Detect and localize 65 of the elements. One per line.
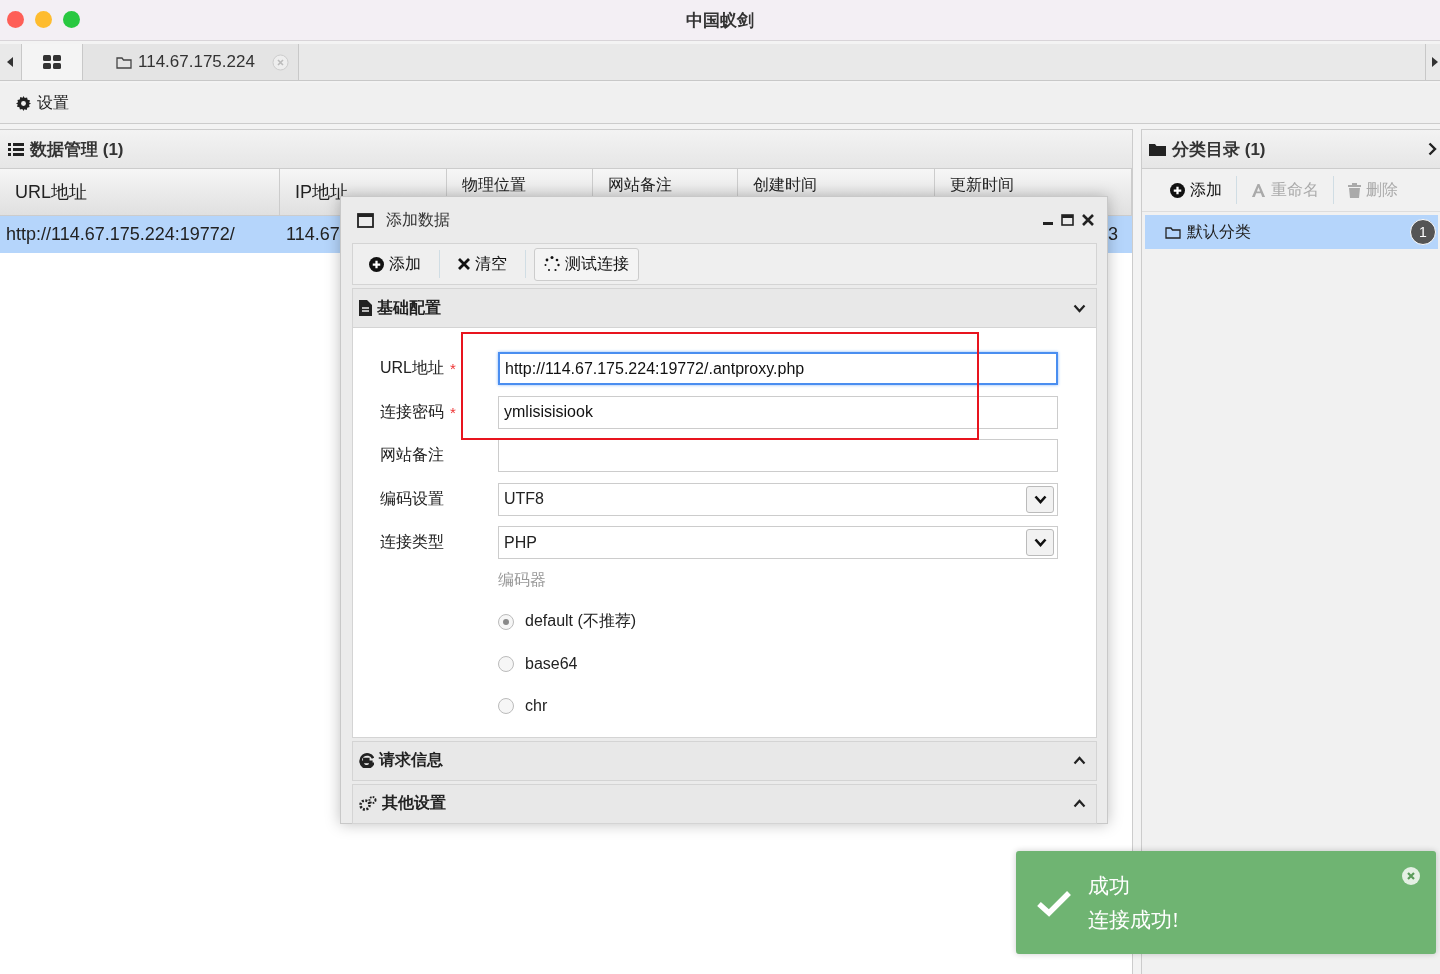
select-field[interactable]: PHP	[498, 526, 1058, 559]
encoder-label: 编码器	[498, 569, 547, 590]
gears-icon	[359, 796, 377, 811]
toast-title: 成功	[1088, 872, 1131, 900]
count-badge: 1	[1410, 219, 1436, 245]
plus-circle-icon	[1170, 182, 1185, 198]
trash-icon	[1348, 182, 1361, 198]
chevron-down-icon	[1033, 494, 1047, 504]
select-field[interactable]: UTF8	[498, 482, 1058, 516]
category-item[interactable]: 默认分类 1	[1145, 215, 1438, 249]
input-field[interactable]: http://114.67.175.224:19772/.antproxy.php	[498, 352, 1058, 385]
url-cell: http://114.67.175.224:19772/	[6, 224, 235, 245]
document-icon	[359, 300, 372, 316]
x-icon	[458, 258, 470, 270]
letter-icon	[1251, 182, 1266, 198]
section-header[interactable]: 请求信息	[352, 740, 1097, 781]
section-header[interactable]: 其他设置	[352, 783, 1097, 824]
chevron-up-icon	[1073, 756, 1086, 765]
grid-icon	[43, 55, 61, 69]
field-label: 编码设置	[380, 488, 445, 509]
field-label: 连接密码	[380, 401, 445, 422]
field-label: URL地址	[380, 358, 445, 378]
test-connection-button[interactable]: 测试连接	[534, 247, 639, 281]
chevron-down-icon	[1033, 538, 1047, 547]
scroll-right-icon[interactable]	[1432, 57, 1438, 67]
radio-option[interactable]: chr	[498, 694, 1096, 717]
chevron-down-icon	[1073, 303, 1086, 313]
list-icon	[8, 142, 24, 156]
required-mark: *	[450, 360, 456, 377]
radio-option[interactable]: default (不推荐)	[498, 610, 1096, 633]
required-mark: *	[450, 403, 456, 421]
add-button[interactable]: 添加	[359, 247, 431, 281]
window-icon	[357, 212, 374, 228]
input-field[interactable]: ymlisisisiook	[498, 395, 1058, 429]
ip-cell: 114.67	[286, 224, 340, 245]
field-label: 网站备注	[380, 445, 445, 465]
connection-tab[interactable]: 114.67.175.224	[83, 44, 299, 80]
section-header[interactable]: 基础配置	[352, 288, 1097, 328]
panel-title: 数据管理 (1)	[30, 138, 124, 161]
e-icon	[359, 753, 374, 768]
close-icon[interactable]	[1082, 214, 1094, 226]
check-icon	[1036, 888, 1072, 917]
folder-icon	[1165, 225, 1181, 239]
folder-icon	[116, 55, 132, 69]
close-window-button[interactable]	[7, 11, 24, 28]
home-tab[interactable]	[21, 44, 83, 80]
maximize-icon[interactable]	[1061, 214, 1074, 226]
folder-icon	[1149, 142, 1166, 156]
toast-message: 连接成功!	[1088, 906, 1179, 934]
settings-icon	[16, 95, 31, 111]
update-time-cell: 3	[1108, 224, 1118, 245]
chevron-right-icon[interactable]	[1428, 142, 1437, 156]
plus-circle-icon	[369, 256, 384, 272]
settings-button[interactable]: 设置	[10, 88, 75, 118]
scroll-left-icon[interactable]	[7, 57, 13, 67]
field-label: 连接类型	[380, 532, 445, 552]
clear-button[interactable]: 清空	[448, 247, 517, 281]
chevron-up-icon	[1073, 799, 1086, 808]
spinner-icon	[544, 256, 560, 272]
add-button[interactable]: 添加	[1162, 175, 1230, 205]
panel-title: 分类目录 (1)	[1172, 138, 1266, 161]
column-header[interactable]: URL地址	[0, 169, 280, 215]
window-title: 中国蚁剑	[686, 9, 754, 32]
radio-option[interactable]: base64	[498, 652, 1096, 675]
input-field[interactable]	[498, 439, 1058, 472]
